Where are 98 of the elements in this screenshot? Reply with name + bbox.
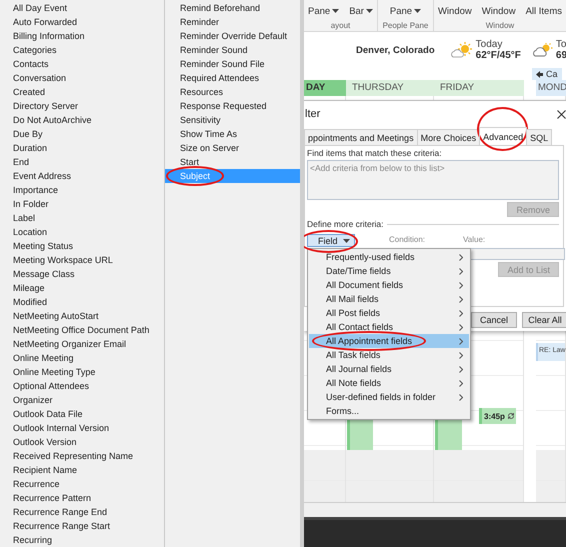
- field-list-item[interactable]: Online Meeting: [0, 351, 164, 365]
- field-list-item[interactable]: Show Time As: [165, 127, 300, 141]
- sun-cloud-icon: [450, 42, 473, 58]
- field-list-item[interactable]: Categories: [0, 43, 164, 57]
- menu-item[interactable]: All Journal fields: [309, 362, 469, 376]
- condition-label: Condition:: [389, 235, 426, 244]
- field-list-item[interactable]: Reminder Override Default: [165, 29, 300, 43]
- dialog-title: lter: [305, 108, 320, 120]
- field-list-item[interactable]: Meeting Workspace URL: [0, 253, 164, 267]
- menu-item[interactable]: Forms...: [309, 404, 469, 418]
- ribbon-group-label: People Pane: [382, 21, 428, 30]
- field-list-item[interactable]: Do Not AutoArchive: [0, 113, 164, 127]
- field-list-item[interactable]: Reminder Sound: [165, 43, 300, 57]
- field-list-item[interactable]: Start: [165, 155, 300, 169]
- field-list-item[interactable]: Billing Information: [0, 29, 164, 43]
- field-list-item[interactable]: Response Requested: [165, 99, 300, 113]
- field-list-item[interactable]: End: [0, 155, 164, 169]
- menu-item[interactable]: User-defined fields in folder: [309, 390, 469, 404]
- field-list-item[interactable]: Remind Beforehand: [165, 1, 300, 15]
- menu-item[interactable]: All Task fields: [309, 348, 469, 362]
- ribbon-button[interactable]: Window: [482, 6, 516, 16]
- field-list-item[interactable]: Outlook Internal Version: [0, 421, 164, 435]
- field-list-item[interactable]: All Day Event: [0, 1, 164, 15]
- field-list-item[interactable]: NetMeeting Organizer Email: [0, 337, 164, 351]
- field-list-item[interactable]: Meeting Status: [0, 239, 164, 253]
- forecast-day: To: [556, 39, 566, 50]
- field-list-item[interactable]: Sensitivity: [165, 113, 300, 127]
- field-list-item[interactable]: Contacts: [0, 57, 164, 71]
- menu-item[interactable]: All Note fields: [309, 376, 469, 390]
- field-list-item[interactable]: Reminder: [165, 15, 300, 29]
- dialog-tab[interactable]: ppointments and Meetings: [304, 129, 418, 145]
- field-list-item[interactable]: Recurrence Range End: [0, 505, 164, 519]
- dialog-tab[interactable]: More Choices: [416, 129, 480, 145]
- field-list-item[interactable]: Organizer: [0, 393, 164, 407]
- back-arrow-icon: [536, 70, 543, 78]
- field-list-item[interactable]: Message Class: [0, 267, 164, 281]
- day-header: FRIDAY: [434, 80, 524, 96]
- field-list-item[interactable]: Event Address: [0, 169, 164, 183]
- dialog-button[interactable]: Cancel: [471, 312, 517, 328]
- menu-item[interactable]: All Appointment fields: [309, 334, 469, 348]
- field-list-item[interactable]: Outlook Data File: [0, 407, 164, 421]
- dialog-tab[interactable]: SQL: [526, 129, 552, 145]
- field-list-item[interactable]: Duration: [0, 141, 164, 155]
- criteria-label: Find items that match these criteria:: [307, 148, 443, 158]
- day-header: DAY: [304, 80, 346, 96]
- ribbon-group-label: ayout: [330, 21, 350, 30]
- field-list-item[interactable]: NetMeeting Office Document Path: [0, 323, 164, 337]
- forecast-temperature: 62°F/45°F: [476, 50, 521, 61]
- calendar-event[interactable]: 3:45p: [479, 408, 516, 424]
- define-criteria-label: Define more criteria:: [307, 219, 384, 229]
- field-list-item[interactable]: Recurrence: [0, 477, 164, 491]
- ribbon-button[interactable]: Pane: [308, 6, 340, 16]
- weather-location[interactable]: Denver, Colorado: [356, 44, 435, 56]
- menu-item[interactable]: All Post fields: [309, 306, 469, 320]
- field-list-item[interactable]: NetMeeting AutoStart: [0, 309, 164, 323]
- field-list-item[interactable]: Mileage: [0, 281, 164, 295]
- field-list-item[interactable]: In Folder: [0, 197, 164, 211]
- menu-item[interactable]: All Mail fields: [309, 292, 469, 306]
- menu-item[interactable]: Frequently-used fields: [309, 250, 469, 264]
- recurrence-icon: [506, 412, 515, 420]
- close-icon[interactable]: [557, 110, 566, 118]
- field-list-item[interactable]: Online Meeting Type: [0, 365, 164, 379]
- menu-item[interactable]: Date/Time fields: [309, 264, 469, 278]
- menu-item[interactable]: All Document fields: [309, 278, 469, 292]
- ribbon-group-label: Window: [486, 21, 514, 30]
- field-list-item[interactable]: Reminder Sound File: [165, 57, 300, 71]
- day-header: THURSDAY: [346, 80, 434, 96]
- value-label: Value:: [463, 235, 486, 244]
- field-list-item[interactable]: Modified: [0, 295, 164, 309]
- dialog-button[interactable]: Clear All: [522, 312, 566, 328]
- field-list-item[interactable]: Outlook Version: [0, 435, 164, 449]
- menu-item[interactable]: All Contact fields: [309, 320, 469, 334]
- field-list-item[interactable]: Due By: [0, 127, 164, 141]
- cloud-sun-icon: [532, 43, 553, 57]
- field-list-item[interactable]: Auto Forwarded: [0, 15, 164, 29]
- field-list-item[interactable]: Recipient Name: [0, 463, 164, 477]
- field-list-item[interactable]: Received Representing Name: [0, 449, 164, 463]
- field-list-item[interactable]: Conversation: [0, 71, 164, 85]
- field-list-item[interactable]: Location: [0, 225, 164, 239]
- field-list-item[interactable]: Optional Attendees: [0, 379, 164, 393]
- field-list-item[interactable]: Created: [0, 85, 164, 99]
- field-list-item[interactable]: Recurrence Pattern: [0, 491, 164, 505]
- field-list-item[interactable]: Resources: [165, 85, 300, 99]
- field-list-item[interactable]: Recurrence Range Start: [0, 519, 164, 533]
- field-dropdown-button[interactable]: Field: [307, 234, 355, 247]
- field-list-item[interactable]: Required Attendees: [165, 71, 300, 85]
- field-list-item[interactable]: Label: [0, 211, 164, 225]
- field-list-item[interactable]: Size on Server: [165, 141, 300, 155]
- field-list-item[interactable]: Importance: [0, 183, 164, 197]
- ribbon-button[interactable]: Pane: [390, 6, 422, 16]
- field-list-item[interactable]: Directory Server: [0, 99, 164, 113]
- forecast-day: Today: [476, 39, 521, 50]
- ribbon-button[interactable]: All Items: [526, 6, 562, 16]
- caret-icon: [343, 238, 350, 242]
- field-list-item[interactable]: Recurring: [0, 533, 164, 547]
- back-button[interactable]: Ca: [532, 68, 562, 80]
- ribbon-button[interactable]: Window: [438, 6, 472, 16]
- ribbon-button[interactable]: Bar: [349, 6, 373, 16]
